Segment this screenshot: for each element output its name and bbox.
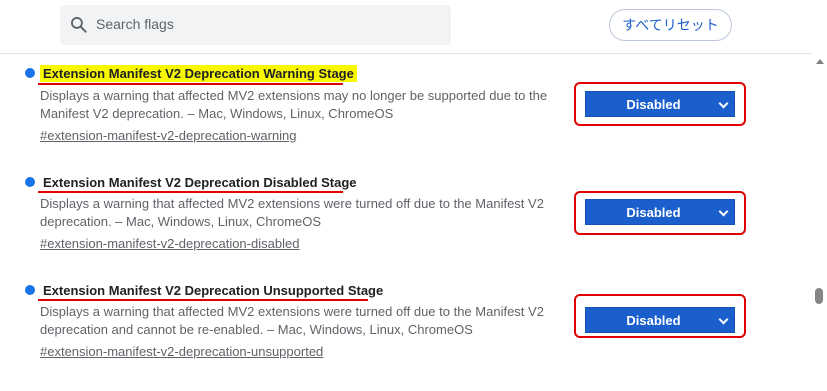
select-value: Disabled: [626, 204, 681, 220]
title-underline: [38, 299, 368, 301]
flag-description: Displays a warning that affected MV2 ext…: [40, 304, 544, 337]
flag-state-select[interactable]: Disabled: [585, 307, 735, 333]
flag-link[interactable]: #extension-manifest-v2-deprecation-unsup…: [40, 344, 323, 359]
flag-description: Displays a warning that affected MV2 ext…: [40, 196, 544, 229]
scroll-up-arrow-icon[interactable]: [816, 59, 824, 64]
scrollbar-thumb[interactable]: [815, 288, 823, 304]
flag-title: Extension Manifest V2 Deprecation Disabl…: [43, 175, 357, 190]
flag-link[interactable]: #extension-manifest-v2-deprecation-warni…: [40, 128, 297, 143]
select-value: Disabled: [626, 96, 681, 112]
flags-header: Search flags すべてリセット: [0, 0, 812, 54]
flag-link[interactable]: #extension-manifest-v2-deprecation-disab…: [40, 236, 299, 251]
flag-description: Displays a warning that affected MV2 ext…: [40, 88, 548, 121]
title-underline: [38, 191, 343, 193]
flag-bullet-icon: [25, 68, 35, 78]
vertical-scrollbar[interactable]: [812, 53, 827, 391]
flag-state-select[interactable]: Disabled: [585, 199, 735, 225]
reset-all-button[interactable]: すべてリセット: [609, 9, 732, 41]
select-value: Disabled: [626, 312, 681, 328]
flag-title: Extension Manifest V2 Deprecation Warnin…: [40, 65, 357, 82]
flag-bullet-icon: [25, 285, 35, 295]
search-icon: [71, 17, 87, 33]
title-underline: [38, 83, 343, 85]
flag-state-select[interactable]: Disabled: [585, 91, 735, 117]
search-placeholder: Search flags: [96, 16, 174, 32]
flag-title: Extension Manifest V2 Deprecation Unsupp…: [43, 283, 384, 298]
flag-bullet-icon: [25, 177, 35, 187]
search-input[interactable]: Search flags: [60, 5, 451, 45]
